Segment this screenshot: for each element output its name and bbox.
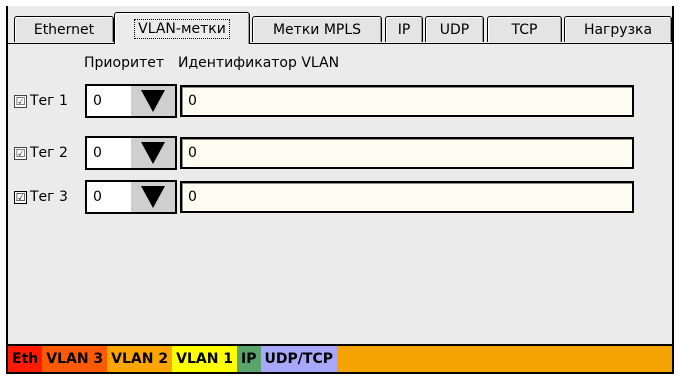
tag-2-vlan-id-input[interactable]: 0 [180,137,634,169]
tab-bar: Ethernet VLAN-метки Метки MPLS IP UDP TC… [8,6,672,44]
segment-udp-tcp: UDP/TCP [260,346,337,372]
dropdown-button[interactable] [131,86,175,116]
tag-1-checkbox[interactable]: ☑ [14,95,27,108]
tab-udp[interactable]: UDP [425,16,484,42]
vlan-id-header: Идентификатор VLAN [178,55,340,71]
protocol-stack-bar: Eth VLAN 3 VLAN 2 VLAN 1 IP UDP/TCP [8,344,672,374]
tab-label: Метки MPLS [272,21,362,38]
tag-1-priority-select[interactable]: 0 [85,84,177,118]
tab-divider [8,43,672,44]
tag-2-priority-value: 0 [93,145,102,161]
tab-ethernet[interactable]: Ethernet [14,16,114,42]
tab-label: TCP [511,21,538,38]
tag-1-priority-value: 0 [93,93,102,109]
tab-tcp[interactable]: TCP [487,16,562,42]
tag-1-label: Тег 1 [30,93,68,109]
tag-1-vlan-id-value: 0 [188,93,197,109]
tag-2-checkbox[interactable]: ☑ [14,147,27,160]
segment-vlan-3: VLAN 3 [42,346,108,372]
tag-2-vlan-id-value: 0 [188,145,197,161]
tab-vlan-tags[interactable]: VLAN-метки [114,12,250,44]
segment-eth: Eth [8,346,43,372]
priority-header: Приоритет [84,55,164,71]
tab-label: UDP [439,21,470,38]
tag-3-vlan-id-input[interactable]: 0 [180,181,634,213]
window-frame: Ethernet VLAN-метки Метки MPLS IP UDP TC… [6,6,674,374]
tag-3-priority-value: 0 [93,189,102,205]
segment-vlan-1: VLAN 1 [172,346,238,372]
triangle-down-icon [141,186,165,208]
triangle-down-icon [141,142,165,164]
dropdown-button[interactable] [131,182,175,212]
tag-2-label: Тег 2 [30,145,68,161]
tag-3-label: Тег 3 [30,189,68,205]
tag-1-vlan-id-input[interactable]: 0 [180,85,634,117]
tag-3-priority-select[interactable]: 0 [85,180,177,214]
tag-3-checkbox[interactable]: ☑ [14,191,27,204]
tab-payload[interactable]: Нагрузка [564,16,672,42]
tag-2-priority-select[interactable]: 0 [85,136,177,170]
dropdown-button[interactable] [131,138,175,168]
tab-label: Ethernet [33,21,95,38]
segment-ip: IP [237,346,261,372]
tab-label: IP [397,21,411,38]
tab-mpls-labels[interactable]: Метки MPLS [252,16,382,42]
tab-label: Нагрузка [583,21,653,38]
triangle-down-icon [141,90,165,112]
tag-3-vlan-id-value: 0 [188,189,197,205]
tab-label: VLAN-метки [134,18,230,39]
segment-vlan-2: VLAN 2 [107,346,173,372]
tab-ip[interactable]: IP [385,16,423,42]
